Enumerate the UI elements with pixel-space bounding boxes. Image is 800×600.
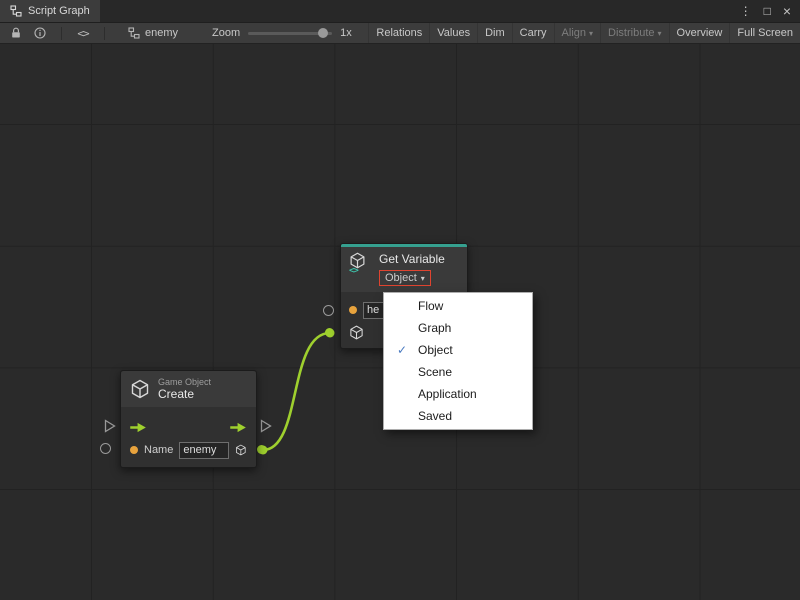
carry-button[interactable]: Carry bbox=[512, 23, 554, 43]
node-supertitle: Game Object bbox=[158, 377, 211, 387]
check-icon: ✓ bbox=[395, 343, 409, 357]
script-graph-icon bbox=[10, 5, 22, 17]
graph-canvas[interactable]: Game Object Create Name <> Get Variable bbox=[0, 44, 800, 600]
game-object-cube-icon bbox=[130, 379, 150, 399]
gameobject-output-icon[interactable] bbox=[235, 442, 247, 458]
chevron-down-icon: ▾ bbox=[589, 29, 593, 38]
create-node-header[interactable]: Game Object Create bbox=[121, 371, 256, 407]
zoom-slider[interactable] bbox=[248, 32, 332, 35]
graph-name-label: enemy bbox=[145, 27, 178, 39]
info-icon bbox=[34, 27, 46, 39]
node-title: Get Variable bbox=[379, 252, 445, 266]
menu-item-saved[interactable]: Saved bbox=[384, 405, 532, 427]
menu-item-label: Application bbox=[418, 387, 477, 401]
code-view-button[interactable]: <> bbox=[71, 23, 95, 43]
tab-label: Script Graph bbox=[28, 5, 90, 17]
menu-item-label: Scene bbox=[418, 365, 452, 379]
code-icon: <> bbox=[77, 27, 88, 40]
values-button[interactable]: Values bbox=[429, 23, 477, 43]
menu-item-label: Saved bbox=[418, 409, 452, 423]
get-variable-header[interactable]: <> Get Variable Object ▾ bbox=[341, 247, 467, 292]
flow-output-port[interactable] bbox=[260, 419, 272, 433]
string-port-icon[interactable] bbox=[130, 446, 138, 454]
lock-icon bbox=[10, 27, 22, 39]
distribute-label: Distribute bbox=[608, 27, 654, 39]
flow-in-arrow-icon[interactable] bbox=[130, 422, 147, 433]
connected-input-port[interactable] bbox=[325, 328, 334, 337]
variable-kind-dropdown[interactable]: Object ▾ bbox=[379, 270, 431, 286]
tab-script-graph[interactable]: Script Graph bbox=[0, 0, 100, 22]
menu-item-object[interactable]: ✓ Object bbox=[384, 339, 532, 361]
menu-item-scene[interactable]: Scene bbox=[384, 361, 532, 383]
lock-button[interactable] bbox=[4, 23, 28, 43]
menu-item-application[interactable]: Application bbox=[384, 383, 532, 405]
flow-input-port[interactable] bbox=[104, 419, 116, 433]
chevron-down-icon: ▾ bbox=[421, 274, 425, 283]
flow-row bbox=[121, 416, 256, 438]
create-node[interactable]: Game Object Create Name bbox=[120, 370, 257, 468]
info-button[interactable] bbox=[28, 23, 52, 43]
dim-button[interactable]: Dim bbox=[477, 23, 512, 43]
node-title: Create bbox=[158, 387, 211, 401]
menu-item-label: Flow bbox=[418, 299, 443, 313]
variable-code-icon: <> bbox=[349, 266, 358, 276]
close-icon[interactable]: × bbox=[783, 4, 791, 18]
string-port-icon[interactable] bbox=[349, 306, 357, 314]
graph-toolbar: <> enemy Zoom 1x Relations Values Dim Ca… bbox=[0, 22, 800, 44]
flow-out-arrow-icon[interactable] bbox=[230, 422, 247, 433]
maximize-icon[interactable]: □ bbox=[764, 5, 771, 17]
zoom-label: Zoom bbox=[212, 27, 240, 39]
menu-item-label: Object bbox=[418, 343, 453, 357]
toolbar-divider bbox=[61, 27, 62, 40]
menu-item-label: Graph bbox=[418, 321, 451, 335]
name-port-label: Name bbox=[144, 444, 173, 456]
zoom-slider-handle[interactable] bbox=[318, 28, 328, 38]
toolbar-divider bbox=[104, 27, 105, 40]
menu-item-graph[interactable]: Graph bbox=[384, 317, 532, 339]
name-port-row: Name bbox=[121, 439, 256, 461]
object-port-icon[interactable] bbox=[349, 325, 364, 340]
kind-dropdown-menu: Flow Graph ✓ Object Scene Application Sa… bbox=[383, 292, 533, 430]
connected-output-port[interactable] bbox=[257, 445, 266, 454]
name-value-input[interactable] bbox=[179, 442, 229, 459]
menu-item-flow[interactable]: Flow bbox=[384, 295, 532, 317]
fullscreen-button[interactable]: Full Screen bbox=[729, 23, 800, 43]
align-button[interactable]: Align ▾ bbox=[554, 23, 600, 43]
graph-name: enemy bbox=[128, 27, 178, 39]
relations-button[interactable]: Relations bbox=[368, 23, 429, 43]
overview-button[interactable]: Overview bbox=[669, 23, 730, 43]
window-menu-icon[interactable]: ⋮ bbox=[740, 5, 752, 17]
value-input-port[interactable] bbox=[100, 443, 111, 454]
name-input-port[interactable] bbox=[323, 305, 334, 316]
chevron-down-icon: ▾ bbox=[658, 29, 662, 38]
distribute-button[interactable]: Distribute ▾ bbox=[600, 23, 668, 43]
zoom-value: 1x bbox=[340, 27, 352, 39]
variable-kind-label: Object bbox=[385, 272, 417, 284]
graph-icon bbox=[128, 27, 140, 39]
window-titlebar: Script Graph ⋮ □ × bbox=[0, 0, 800, 22]
align-label: Align bbox=[562, 27, 586, 39]
